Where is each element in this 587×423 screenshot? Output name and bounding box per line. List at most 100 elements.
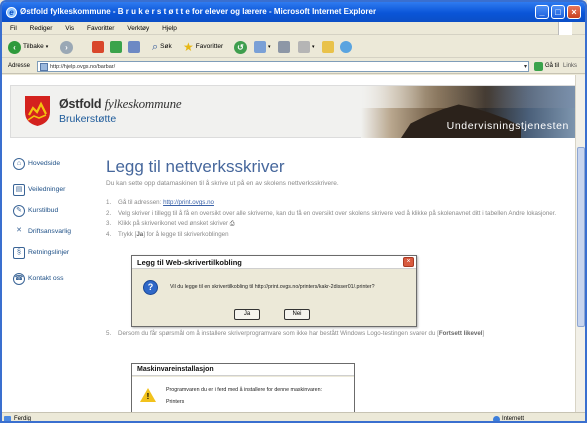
back-label: Tilbake — [23, 43, 44, 50]
nav-item-hovedside[interactable]: ⌂ Hovedside — [12, 157, 92, 175]
toolbar: ‹ Tilbake ▾ › ⌕ Søk ★ Favoritter ↺ ▾ ▾ — [2, 36, 585, 58]
mail-dropdown-icon: ▾ — [268, 44, 271, 50]
nav-label: Kontakt oss — [28, 275, 64, 282]
dialog-body: ! Programvaren du er i ferd med å instal… — [132, 377, 354, 412]
sidebar-nav: ⌂ Hovedside ▤ Veiledninger ✎ Kurstilbud … — [12, 157, 92, 293]
address-url: http://hjelp.ovgs.no/barbar/ — [50, 64, 116, 70]
site-name: Brukerstøtte — [59, 113, 117, 125]
back-arrow-icon: ‹ — [8, 40, 21, 54]
mail-icon — [254, 41, 266, 53]
no-button[interactable]: Nei — [284, 309, 310, 320]
stop-icon — [92, 41, 104, 53]
browser-window: e Østfold fylkeskommune - B r u k e r s … — [0, 0, 587, 423]
messenger-button[interactable] — [340, 40, 352, 54]
org-name-italic: fylkeskommune — [104, 96, 182, 111]
mail-button[interactable]: ▾ — [254, 40, 271, 54]
search-button[interactable]: ⌕ Søk — [152, 40, 172, 54]
edit-button[interactable]: ▾ — [298, 40, 315, 54]
title-bar[interactable]: e Østfold fylkeskommune - B r u k e r s … — [2, 2, 585, 22]
discuss-button[interactable] — [322, 40, 334, 54]
menu-help[interactable]: Hjelp — [162, 25, 177, 32]
nav-item-kurstilbud[interactable]: ✎ Kurstilbud — [12, 204, 92, 222]
step-2-text: Velg skriver i tillegg til å få en overs… — [118, 209, 557, 217]
org-name: Østfold fylkeskommune — [59, 96, 182, 112]
window-title: Østfold fylkeskommune - B r u k e r s t … — [20, 7, 377, 16]
site-header: Østfold fylkeskommune Brukerstøtte Under… — [10, 85, 575, 138]
go-icon[interactable] — [534, 62, 543, 71]
nav-item-veiledninger[interactable]: ▤ Veiledninger — [12, 183, 92, 201]
internet-zone-icon — [493, 416, 500, 421]
print-icon — [278, 41, 290, 53]
refresh-icon — [110, 41, 122, 53]
dialog-title: Maskinvareinstallasjon — [132, 364, 354, 376]
home-icon: ⌂ — [13, 158, 25, 170]
address-dropdown-icon[interactable]: ▾ — [524, 62, 527, 72]
menu-file[interactable]: Fil — [10, 25, 17, 32]
print-link[interactable]: http://print.ovgs.no — [163, 199, 214, 206]
step-4-pre: Trykk [ — [118, 230, 137, 238]
go-button[interactable]: Gå til — [545, 59, 559, 74]
favorites-button[interactable]: ★ Favoritter — [183, 40, 223, 54]
print-button[interactable] — [278, 40, 290, 54]
nav-item-retningslinjer[interactable]: § Retningslinjer — [12, 246, 92, 264]
tools-icon: ✕ — [13, 226, 25, 238]
page-icon — [40, 63, 48, 71]
dialog-line-1: Programvaren du er i ferd med å installe… — [166, 387, 323, 393]
step-4-post: ] for å legge til skriverkoblingen — [143, 230, 229, 238]
contact-icon: ☎ — [13, 273, 25, 285]
refresh-button[interactable] — [110, 40, 122, 54]
address-input[interactable]: http://hjelp.ovgs.no/barbar/ ▾ — [37, 61, 529, 72]
menu-view[interactable]: Vis — [65, 25, 74, 32]
home-icon — [128, 41, 140, 53]
edit-dropdown-icon: ▾ — [312, 44, 315, 50]
back-button[interactable]: ‹ Tilbake ▾ — [8, 40, 48, 54]
nav-label: Driftsansvarlig — [28, 228, 72, 235]
forward-arrow-icon: › — [60, 40, 73, 54]
forward-button[interactable]: › — [60, 40, 73, 54]
edit-icon — [298, 41, 310, 53]
home-button[interactable] — [128, 40, 140, 54]
step-1: 1. Gå til adressen: http://print.ovgs.no — [106, 199, 214, 206]
close-button[interactable]: × — [567, 5, 581, 19]
yes-button[interactable]: Ja — [234, 309, 260, 320]
org-name-bold: Østfold — [59, 97, 102, 111]
banner-sky — [361, 86, 575, 108]
menu-tools[interactable]: Verktøy — [127, 25, 149, 32]
minimize-button[interactable]: _ — [535, 5, 549, 19]
menu-favorites[interactable]: Favoritter — [87, 25, 114, 32]
step-5-pre: Dersom du får spørsmål om å installere s… — [118, 330, 439, 337]
dialog-message: Vil du legge til en skrivertilkobling ti… — [170, 284, 375, 290]
coat-of-arms-logo — [25, 96, 50, 126]
favorites-label: Favoritter — [195, 43, 224, 50]
step-1-text: Gå til adressen: — [118, 199, 164, 206]
nav-item-kontakt[interactable]: ☎ Kontakt oss — [12, 272, 92, 290]
history-button[interactable]: ↺ — [234, 40, 247, 54]
menu-edit[interactable]: Rediger — [30, 25, 53, 32]
step-4: 4. Trykk [Ja] for å legge til skriverkobl… — [106, 230, 229, 238]
web-printer-dialog: Legg til Web-skrivertilkobling × ? Vil d… — [131, 255, 417, 327]
maximize-button[interactable]: □ — [551, 5, 565, 19]
stop-button[interactable] — [92, 40, 104, 54]
dialog-close-icon[interactable]: × — [403, 257, 414, 267]
header-banner: Undervisningstjenesten — [361, 86, 575, 138]
pencil-icon: ✎ — [13, 205, 25, 217]
vertical-scrollbar[interactable] — [575, 75, 585, 412]
scrollbar-thumb[interactable] — [577, 147, 585, 327]
step-5-bold: Fortsett likevel — [438, 330, 483, 337]
lead-text: Du kan sette opp datamaskinen til å skri… — [106, 180, 339, 187]
warning-icon: ! — [140, 388, 156, 402]
zone-text: Internett — [502, 416, 525, 422]
printer-icon: ⎙ — [229, 220, 235, 227]
status-bar: Ferdig Internett — [2, 412, 585, 422]
back-dropdown-icon: ▾ — [45, 44, 49, 50]
step-5: 5. Dersom du får spørsmål om å installere… — [106, 330, 485, 337]
nav-item-driftsansvarlig[interactable]: ✕ Driftsansvarlig — [12, 225, 92, 243]
question-icon: ? — [143, 280, 158, 295]
links-label[interactable]: Links — [563, 59, 577, 74]
star-icon: ★ — [183, 40, 194, 54]
step-3: 3. Klikk på skriverikonet ved ønsket skri… — [106, 220, 235, 227]
step-3-text: Klikk på skriverikonet ved ønsket skrive… — [118, 220, 229, 227]
paragraph-icon: § — [13, 247, 25, 259]
step-5-post: ] — [482, 330, 485, 337]
nav-label: Retningslinjer — [28, 249, 70, 256]
